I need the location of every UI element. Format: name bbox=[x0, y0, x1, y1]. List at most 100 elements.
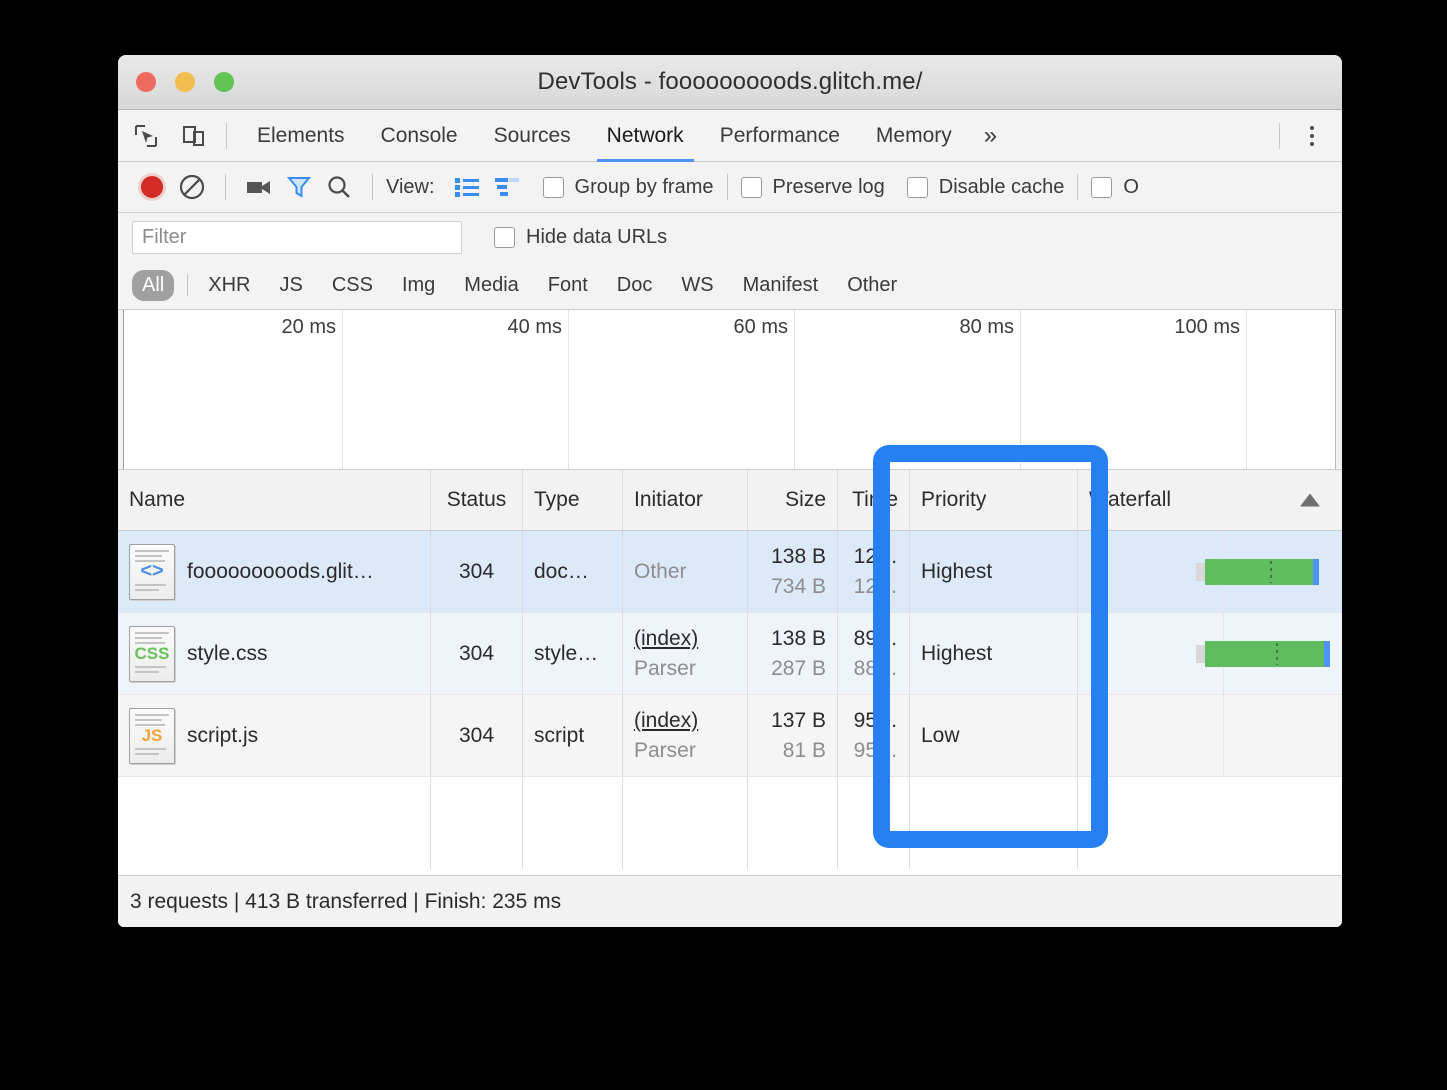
tab-memory[interactable]: Memory bbox=[858, 110, 970, 162]
column-header-status[interactable]: Status bbox=[431, 470, 523, 530]
offline-checkbox-clipped[interactable]: O bbox=[1091, 176, 1139, 199]
type-filter-media[interactable]: Media bbox=[454, 270, 528, 301]
waterfall-bar[interactable] bbox=[1195, 558, 1319, 585]
cell-initiator[interactable]: (index) Parser bbox=[623, 695, 748, 776]
size-stack: 138 B 287 B bbox=[759, 624, 826, 684]
checkbox-box[interactable] bbox=[906, 176, 928, 198]
overview-right-handle[interactable] bbox=[1335, 310, 1342, 469]
cell-initiator[interactable]: (index) Parser bbox=[623, 613, 748, 694]
type-filter-other[interactable]: Other bbox=[837, 270, 907, 301]
waterfall-bar-marker bbox=[1269, 560, 1272, 583]
timeline-tick-20ms: 20 ms bbox=[118, 310, 343, 469]
search-icon[interactable] bbox=[319, 167, 359, 207]
size-main: 137 B bbox=[771, 708, 826, 732]
table-row[interactable]: <> fooooooooods.glit… 304 doc… Other 138… bbox=[118, 531, 1342, 613]
cell-initiator[interactable]: Other bbox=[623, 531, 748, 612]
cell-name[interactable]: CSS style.css bbox=[118, 613, 431, 694]
devtools-tabbar: Elements Console Sources Network Perform… bbox=[118, 110, 1342, 162]
search-input[interactable]: Filter bbox=[132, 220, 462, 254]
cell-type: style… bbox=[523, 613, 623, 694]
size-main: 138 B bbox=[771, 544, 826, 568]
tick-label: 20 ms bbox=[281, 316, 336, 338]
waterfall-bar[interactable] bbox=[1195, 640, 1330, 667]
checkbox-box[interactable] bbox=[494, 226, 515, 248]
sort-ascending-arrow[interactable] bbox=[1300, 493, 1320, 507]
window-titlebar: DevTools - fooooooooods.glitch.me/ bbox=[118, 55, 1342, 110]
initiator-stack: (index) Parser bbox=[634, 706, 736, 766]
more-tabs-button[interactable]: » bbox=[970, 110, 1011, 162]
timeline-tick-40ms: 40 ms bbox=[343, 310, 569, 469]
time-stack: 89… 88… bbox=[849, 624, 898, 684]
column-header-waterfall[interactable]: Waterfall bbox=[1078, 470, 1342, 530]
waterfall-bar-queueing bbox=[1195, 562, 1205, 581]
camera-icon[interactable] bbox=[239, 167, 279, 207]
column-header-priority[interactable]: Priority bbox=[910, 470, 1078, 530]
filter-funnel-icon[interactable] bbox=[279, 167, 319, 207]
time-main: 89… bbox=[853, 626, 898, 650]
column-header-type[interactable]: Type bbox=[523, 470, 623, 530]
clear-icon[interactable] bbox=[172, 167, 212, 207]
type-filter-img[interactable]: Img bbox=[392, 270, 445, 301]
type-filter-xhr[interactable]: XHR bbox=[198, 270, 260, 301]
checkbox-label: Disable cache bbox=[938, 175, 1065, 198]
type-filter-all[interactable]: All bbox=[132, 269, 175, 301]
table-row[interactable]: CSS style.css 304 style… (index) Parser … bbox=[118, 613, 1342, 695]
disable-cache-checkbox[interactable]: Disable cache bbox=[906, 175, 1065, 199]
checkbox-label: O bbox=[1123, 175, 1139, 198]
tick-label: 80 ms bbox=[959, 316, 1014, 338]
time-sub: 88… bbox=[853, 656, 898, 680]
tab-console[interactable]: Console bbox=[363, 110, 476, 162]
device-toolbar-icon[interactable] bbox=[174, 116, 214, 156]
devtools-window: DevTools - fooooooooods.glitch.me/ Eleme… bbox=[118, 55, 1342, 927]
table-row[interactable]: JS script.js 304 script (index) Parser 1… bbox=[118, 695, 1342, 777]
cell-status: 304 bbox=[431, 531, 523, 612]
document-icon-glyph: <> bbox=[140, 560, 164, 582]
checkbox-box[interactable] bbox=[542, 176, 564, 198]
cell-name[interactable]: JS script.js bbox=[118, 695, 431, 776]
cell-name[interactable]: <> fooooooooods.glit… bbox=[118, 531, 431, 612]
column-header-size[interactable]: Size bbox=[748, 470, 838, 530]
tick-label: 40 ms bbox=[507, 316, 562, 338]
group-by-frame-checkbox[interactable]: Group by frame bbox=[542, 176, 714, 199]
inspect-element-icon[interactable] bbox=[126, 116, 166, 156]
checkbox-box[interactable] bbox=[740, 176, 762, 198]
record-button-icon[interactable] bbox=[132, 167, 172, 207]
empty-cell-type bbox=[523, 777, 623, 869]
type-filter-ws[interactable]: WS bbox=[671, 270, 723, 301]
checkbox-label: Hide data URLs bbox=[526, 225, 668, 248]
toolbar-divider-1 bbox=[225, 174, 226, 200]
size-stack: 138 B 734 B bbox=[759, 542, 826, 602]
tab-label: Memory bbox=[875, 123, 952, 147]
timeline-tick-100ms: 100 ms bbox=[1021, 310, 1247, 469]
requests-table: Name Status Type Initiator Size Time Pri… bbox=[118, 470, 1342, 869]
preserve-log-checkbox[interactable]: Preserve log bbox=[740, 176, 885, 199]
timeline-tick-80ms: 80 ms bbox=[795, 310, 1021, 469]
type-filter-doc[interactable]: Doc bbox=[607, 270, 663, 301]
waterfall-bar-tail bbox=[1312, 558, 1319, 585]
initiator-link[interactable]: (index) bbox=[634, 624, 736, 654]
tab-label: Sources bbox=[493, 123, 571, 147]
hide-data-urls-checkbox[interactable]: Hide data URLs bbox=[494, 226, 667, 249]
column-header-time[interactable]: Time bbox=[838, 470, 910, 530]
stylesheet-icon-glyph: CSS bbox=[134, 643, 170, 663]
network-toolbar: View: Group by frame Preserve log Disabl… bbox=[118, 162, 1342, 213]
tab-elements[interactable]: Elements bbox=[239, 110, 363, 162]
waterfall-view-icon[interactable] bbox=[487, 167, 527, 207]
column-header-initiator[interactable]: Initiator bbox=[623, 470, 748, 530]
network-overview-timeline[interactable]: 20 ms 40 ms 60 ms 80 ms 100 ms bbox=[118, 310, 1342, 470]
kebab-menu-icon[interactable] bbox=[1292, 116, 1332, 156]
cell-waterfall bbox=[1078, 695, 1342, 776]
tab-performance[interactable]: Performance bbox=[702, 110, 858, 162]
table-empty-area bbox=[118, 777, 1342, 869]
type-filter-font[interactable]: Font bbox=[538, 270, 598, 301]
column-header-name[interactable]: Name bbox=[118, 470, 431, 530]
initiator-link[interactable]: (index) bbox=[634, 706, 736, 736]
checkbox-box[interactable] bbox=[1091, 176, 1113, 198]
list-view-icon[interactable] bbox=[447, 167, 487, 207]
time-sub: 95… bbox=[853, 738, 898, 762]
type-filter-js[interactable]: JS bbox=[269, 270, 312, 301]
type-filter-manifest[interactable]: Manifest bbox=[733, 270, 829, 301]
type-filter-css[interactable]: CSS bbox=[322, 270, 383, 301]
tab-network[interactable]: Network bbox=[589, 110, 702, 162]
tab-sources[interactable]: Sources bbox=[476, 110, 589, 162]
